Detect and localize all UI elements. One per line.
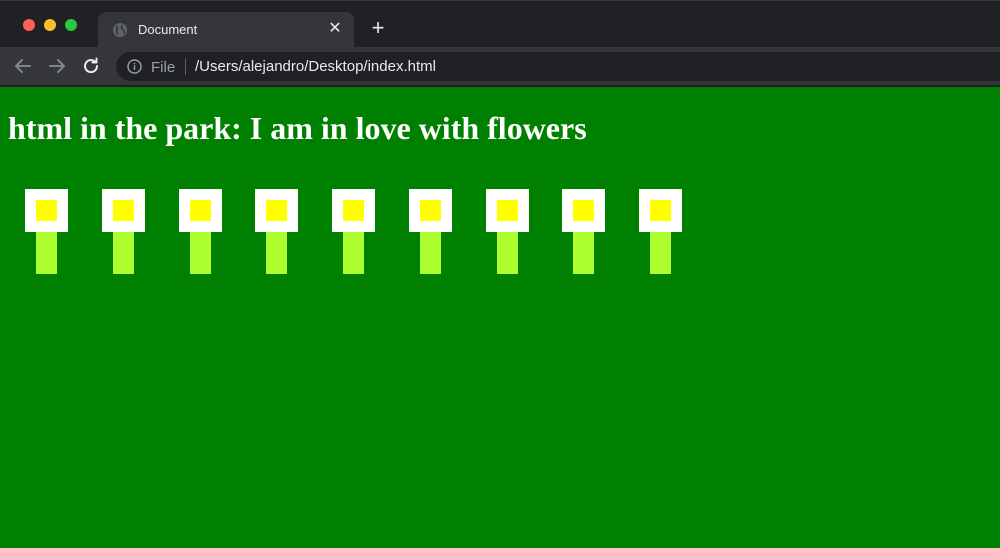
- flower-center: [190, 200, 211, 221]
- tab-strip: Document ✕ +: [0, 0, 1000, 48]
- close-tab-icon[interactable]: ✕: [326, 20, 344, 38]
- flower-center: [266, 200, 287, 221]
- browser-toolbar: File /Users/alejandro/Desktop/index.html: [0, 47, 1000, 86]
- flower-stem: [113, 232, 134, 274]
- flower-center: [36, 200, 57, 221]
- flower-stem: [650, 232, 671, 274]
- flower-stem: [190, 232, 211, 274]
- tab-document[interactable]: Document ✕: [98, 12, 354, 48]
- close-window-button[interactable]: [23, 19, 35, 31]
- flower: [332, 189, 375, 274]
- page-heading: html in the park: I am in love with flow…: [8, 110, 587, 146]
- flower-center: [497, 200, 518, 221]
- info-icon[interactable]: [127, 59, 142, 74]
- forward-arrow-icon[interactable]: [46, 55, 68, 77]
- flower-center: [650, 200, 671, 221]
- flower-stem: [266, 232, 287, 274]
- address-bar[interactable]: File /Users/alejandro/Desktop/index.html: [116, 52, 1000, 81]
- flower-center: [113, 200, 134, 221]
- flower-stem: [36, 232, 57, 274]
- flower: [639, 189, 682, 274]
- flower-stem: [343, 232, 364, 274]
- flower: [255, 189, 298, 274]
- reload-icon[interactable]: [80, 55, 102, 77]
- flower-center: [573, 200, 594, 221]
- scheme-label: File: [151, 59, 176, 76]
- globe-icon: [112, 22, 128, 38]
- flower: [486, 189, 529, 274]
- page-viewport: html in the park: I am in love with flow…: [0, 87, 1000, 548]
- flower: [562, 189, 605, 274]
- url-text[interactable]: /Users/alejandro/Desktop/index.html: [195, 58, 436, 75]
- flower-center: [420, 200, 441, 221]
- flower: [179, 189, 222, 274]
- flower: [102, 189, 145, 274]
- minimize-window-button[interactable]: [44, 19, 56, 31]
- address-divider: [185, 58, 186, 75]
- flower-center: [343, 200, 364, 221]
- back-arrow-icon[interactable]: [12, 55, 34, 77]
- new-tab-button[interactable]: +: [367, 17, 389, 40]
- flower: [25, 189, 68, 274]
- flower-stem: [573, 232, 594, 274]
- flower: [409, 189, 452, 274]
- maximize-window-button[interactable]: [65, 19, 77, 31]
- tab-title: Document: [138, 22, 198, 37]
- flower-stem: [420, 232, 441, 274]
- flower-stem: [497, 232, 518, 274]
